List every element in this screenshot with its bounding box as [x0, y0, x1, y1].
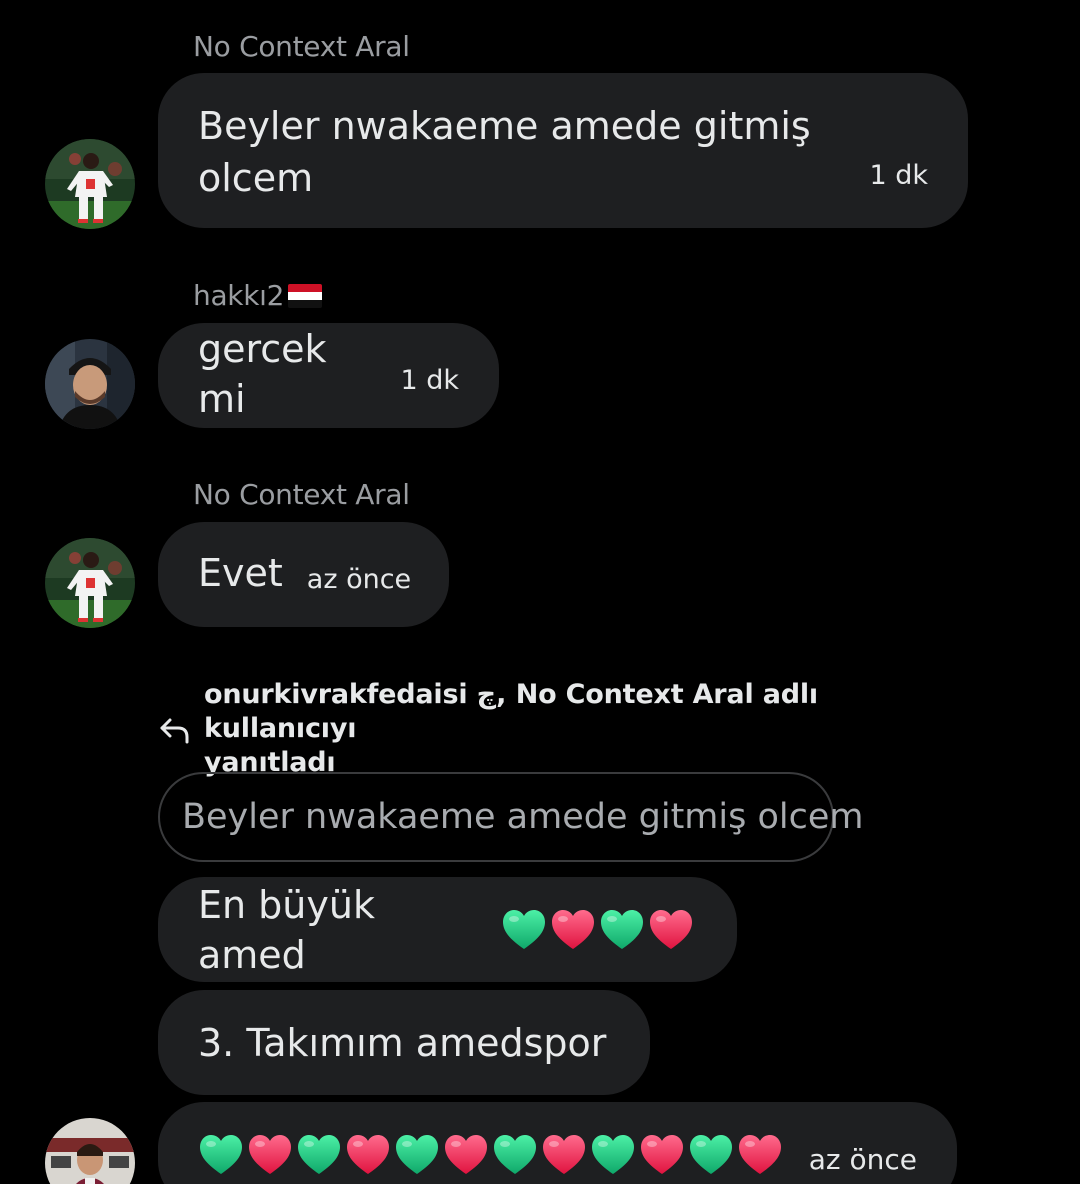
message-bubble[interactable]: Beyler nwakaeme amede gitmiş olcem 1 dk	[158, 73, 968, 228]
green-heart-icon	[601, 909, 643, 949]
message-bubble[interactable]: En büyük amed	[158, 877, 737, 982]
reply-context: onurkivrakfedaisi ﭺ, No Context Aral adl…	[158, 678, 958, 780]
red-heart-icon	[641, 1134, 683, 1174]
green-heart-icon	[494, 1134, 536, 1174]
green-heart-icon	[298, 1134, 340, 1174]
emoji-row	[198, 1133, 786, 1177]
sender-name: hakkı2	[193, 279, 323, 312]
red-heart-icon	[650, 909, 692, 949]
red-heart-icon	[739, 1134, 781, 1174]
sender-name: No Context Aral	[193, 478, 410, 511]
message-bubble[interactable]: az önce	[158, 1102, 957, 1184]
emoji-row	[501, 908, 697, 952]
message-text: Beyler nwakaeme amede gitmiş	[198, 104, 811, 148]
message-timestamp: 1 dk	[400, 364, 459, 396]
avatar[interactable]	[45, 139, 135, 229]
dm-conversation: No Context Aral Beyler nwakaeme amede gi…	[0, 0, 1080, 1184]
red-heart-icon	[543, 1134, 585, 1174]
reply-arrow-icon	[160, 718, 189, 744]
green-heart-icon	[592, 1134, 634, 1174]
message-bubble[interactable]: gercek mi 1 dk	[158, 323, 499, 428]
avatar[interactable]	[45, 1118, 135, 1184]
green-heart-icon	[690, 1134, 732, 1174]
message-timestamp: az önce	[808, 1142, 917, 1176]
quoted-message[interactable]: Beyler nwakaeme amede gitmiş olcem	[158, 772, 863, 862]
red-heart-icon	[445, 1134, 487, 1174]
reply-label: onurkivrakfedaisi ﭺ, No Context Aral adl…	[204, 679, 818, 778]
message-text: 3. Takımım amedspor	[198, 1020, 607, 1065]
message-timestamp: az önce	[306, 563, 412, 595]
sender-name: No Context Aral	[193, 30, 410, 63]
red-heart-icon	[249, 1134, 291, 1174]
message-text: gercek mi	[198, 326, 327, 421]
message-text: olcem	[198, 156, 314, 200]
green-heart-icon	[396, 1134, 438, 1174]
message-bubble[interactable]: 3. Takımım amedspor	[158, 990, 650, 1095]
avatar[interactable]	[45, 538, 135, 628]
green-heart-icon	[503, 909, 545, 949]
egypt-flag-icon	[288, 283, 323, 308]
green-heart-icon	[200, 1134, 242, 1174]
avatar[interactable]	[45, 339, 135, 429]
red-heart-icon	[552, 909, 594, 949]
message-text: En büyük amed	[198, 882, 375, 977]
red-heart-icon	[347, 1134, 389, 1174]
message-timestamp: 1 dk	[869, 160, 928, 191]
message-bubble[interactable]: Evet az önce	[158, 522, 449, 627]
message-text: Evet	[198, 550, 283, 595]
